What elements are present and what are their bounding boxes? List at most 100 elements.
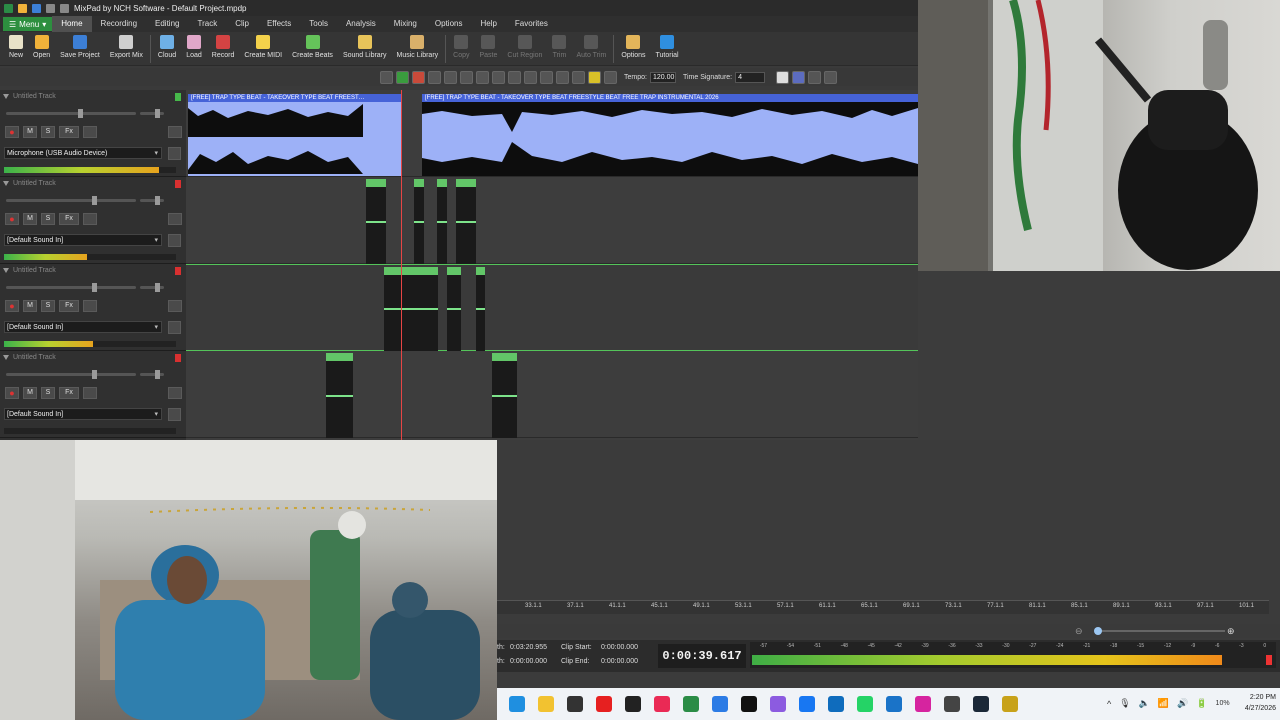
mic-icon[interactable]: 🎙 (1119, 698, 1130, 709)
options-button[interactable]: Options (616, 32, 650, 59)
vocal-clip[interactable] (414, 179, 424, 264)
open-button[interactable]: Open (28, 32, 55, 59)
track-name[interactable]: Untitled Track (3, 180, 56, 187)
quick-open-icon[interactable] (18, 3, 27, 13)
volume-slider[interactable] (6, 199, 136, 202)
tutorial-button[interactable]: Tutorial (651, 32, 684, 59)
wrench-icon[interactable] (168, 408, 181, 421)
metronome-icon[interactable] (588, 70, 601, 84)
remove-track-icon[interactable] (412, 70, 425, 84)
zoom-scrollbar[interactable]: ⊖ ⊕ (497, 624, 1280, 638)
create-beats-button[interactable]: Create Beats (287, 32, 338, 59)
steam-icon[interactable] (972, 696, 989, 712)
timeline-ruler[interactable]: 33.1.1 37.1.1 41.1.1 45.1.1 49.1.1 53.1.1 57.1… (497, 600, 1269, 614)
vocal-clip[interactable] (456, 179, 476, 264)
load-button[interactable]: Load (181, 32, 207, 59)
playhead[interactable] (401, 90, 402, 440)
collapse-triangle-icon[interactable] (3, 268, 9, 273)
menu-track[interactable]: Track (188, 16, 226, 32)
outlook-icon[interactable] (827, 696, 844, 712)
pan-knob[interactable] (155, 283, 160, 292)
lane-3[interactable] (186, 264, 918, 351)
zoom-slider-knob[interactable] (1094, 627, 1102, 635)
collapse-icon[interactable] (808, 70, 822, 84)
menu-help[interactable]: Help (471, 16, 505, 32)
mixpad-icon[interactable] (682, 696, 699, 712)
volume-knob[interactable] (92, 283, 97, 292)
menu-analysis[interactable]: Analysis (337, 16, 385, 32)
collapse-triangle-icon[interactable] (3, 181, 9, 186)
beat-clip-1[interactable]: [FREE] TRAP TYPE BEAT - TAKEOVER TYPE BE… (188, 94, 401, 176)
vocal-clip[interactable] (366, 179, 386, 264)
align-right-icon[interactable] (444, 70, 457, 84)
solo-button[interactable]: S (41, 387, 55, 399)
volume-slider[interactable] (6, 373, 136, 376)
marker-icon[interactable] (604, 70, 617, 84)
pan-slider[interactable] (140, 112, 164, 115)
file-explorer-icon[interactable] (537, 696, 554, 712)
align-left-icon[interactable] (428, 70, 441, 84)
track-name[interactable]: Untitled Track (3, 354, 56, 361)
fx-button[interactable]: Fx (59, 300, 79, 312)
cloud-button[interactable]: Cloud (153, 32, 181, 59)
envelope-icon[interactable] (476, 70, 489, 84)
tempo-input[interactable]: 120.00 (649, 71, 676, 83)
record-arm-button[interactable]: ● (5, 300, 19, 312)
redo-icon[interactable] (60, 3, 69, 13)
copilot-icon[interactable] (769, 696, 786, 712)
vocal-clip[interactable] (384, 267, 438, 351)
snap-icon[interactable] (524, 70, 537, 84)
time-signature-input[interactable]: 4 (735, 71, 766, 83)
pan-knob[interactable] (155, 196, 160, 205)
timeline[interactable]: [FREE] TRAP TYPE BEAT - TAKEOVER TYPE BE… (186, 90, 918, 440)
chrome-icon[interactable] (566, 696, 583, 712)
mute-button[interactable]: M (23, 387, 37, 399)
undo-icon[interactable] (46, 3, 55, 13)
menu-tools[interactable]: Tools (300, 16, 337, 32)
menu-home[interactable]: Home (52, 16, 92, 32)
track-options-icon[interactable] (168, 387, 182, 399)
vocal-clip[interactable] (326, 353, 353, 438)
zoom-in-icon[interactable]: ⊕ (1227, 626, 1235, 637)
tiktok-icon[interactable] (653, 696, 670, 712)
pan-slider[interactable] (140, 373, 164, 376)
battery-icon[interactable]: 🔋 (1196, 698, 1207, 709)
input-device-select[interactable]: [Default Sound In] ▾ (4, 234, 162, 246)
volume-knob[interactable] (78, 109, 83, 118)
track-name[interactable]: Untitled Track (3, 267, 56, 274)
collapse-triangle-icon[interactable] (3, 355, 9, 360)
record-arm-button[interactable]: ● (5, 213, 19, 225)
track-name[interactable]: Untitled Track (3, 93, 56, 100)
link-icon[interactable] (508, 70, 521, 84)
wrench-icon[interactable] (168, 147, 181, 160)
fx-button[interactable]: Fx (59, 387, 79, 399)
vocal-clip[interactable] (437, 179, 447, 264)
menu-clip[interactable]: Clip (226, 16, 258, 32)
collapse-triangle-icon[interactable] (3, 94, 9, 99)
export-mix-button[interactable]: Export Mix (105, 32, 148, 59)
instagram-icon[interactable] (914, 696, 931, 712)
record-arm-button[interactable]: ● (5, 387, 19, 399)
menu-options[interactable]: Options (426, 16, 472, 32)
grid-icon[interactable] (556, 70, 569, 84)
menu-editing[interactable]: Editing (146, 16, 188, 32)
fx-button[interactable]: Fx (59, 126, 79, 138)
nch-icon[interactable] (1001, 696, 1018, 712)
volume-knob[interactable] (92, 370, 97, 379)
track-settings-icon[interactable] (83, 300, 97, 312)
vocal-clip[interactable] (492, 353, 517, 438)
new-button[interactable]: New (4, 32, 28, 59)
solo-button[interactable]: S (41, 300, 55, 312)
mixer-icon[interactable] (776, 70, 790, 84)
expand-icon[interactable] (824, 70, 838, 84)
chatgpt-icon[interactable] (943, 696, 960, 712)
wrench-icon[interactable] (168, 234, 181, 247)
menu-mixing[interactable]: Mixing (385, 16, 426, 32)
wrench-icon[interactable] (168, 321, 181, 334)
lane-4[interactable] (186, 351, 918, 438)
save-project-button[interactable]: Save Project (55, 32, 105, 59)
menu-recording[interactable]: Recording (92, 16, 146, 32)
speaker-icon[interactable]: 🔈 (1139, 698, 1150, 709)
mute-button[interactable]: M (23, 213, 37, 225)
track-settings-icon[interactable] (83, 387, 97, 399)
